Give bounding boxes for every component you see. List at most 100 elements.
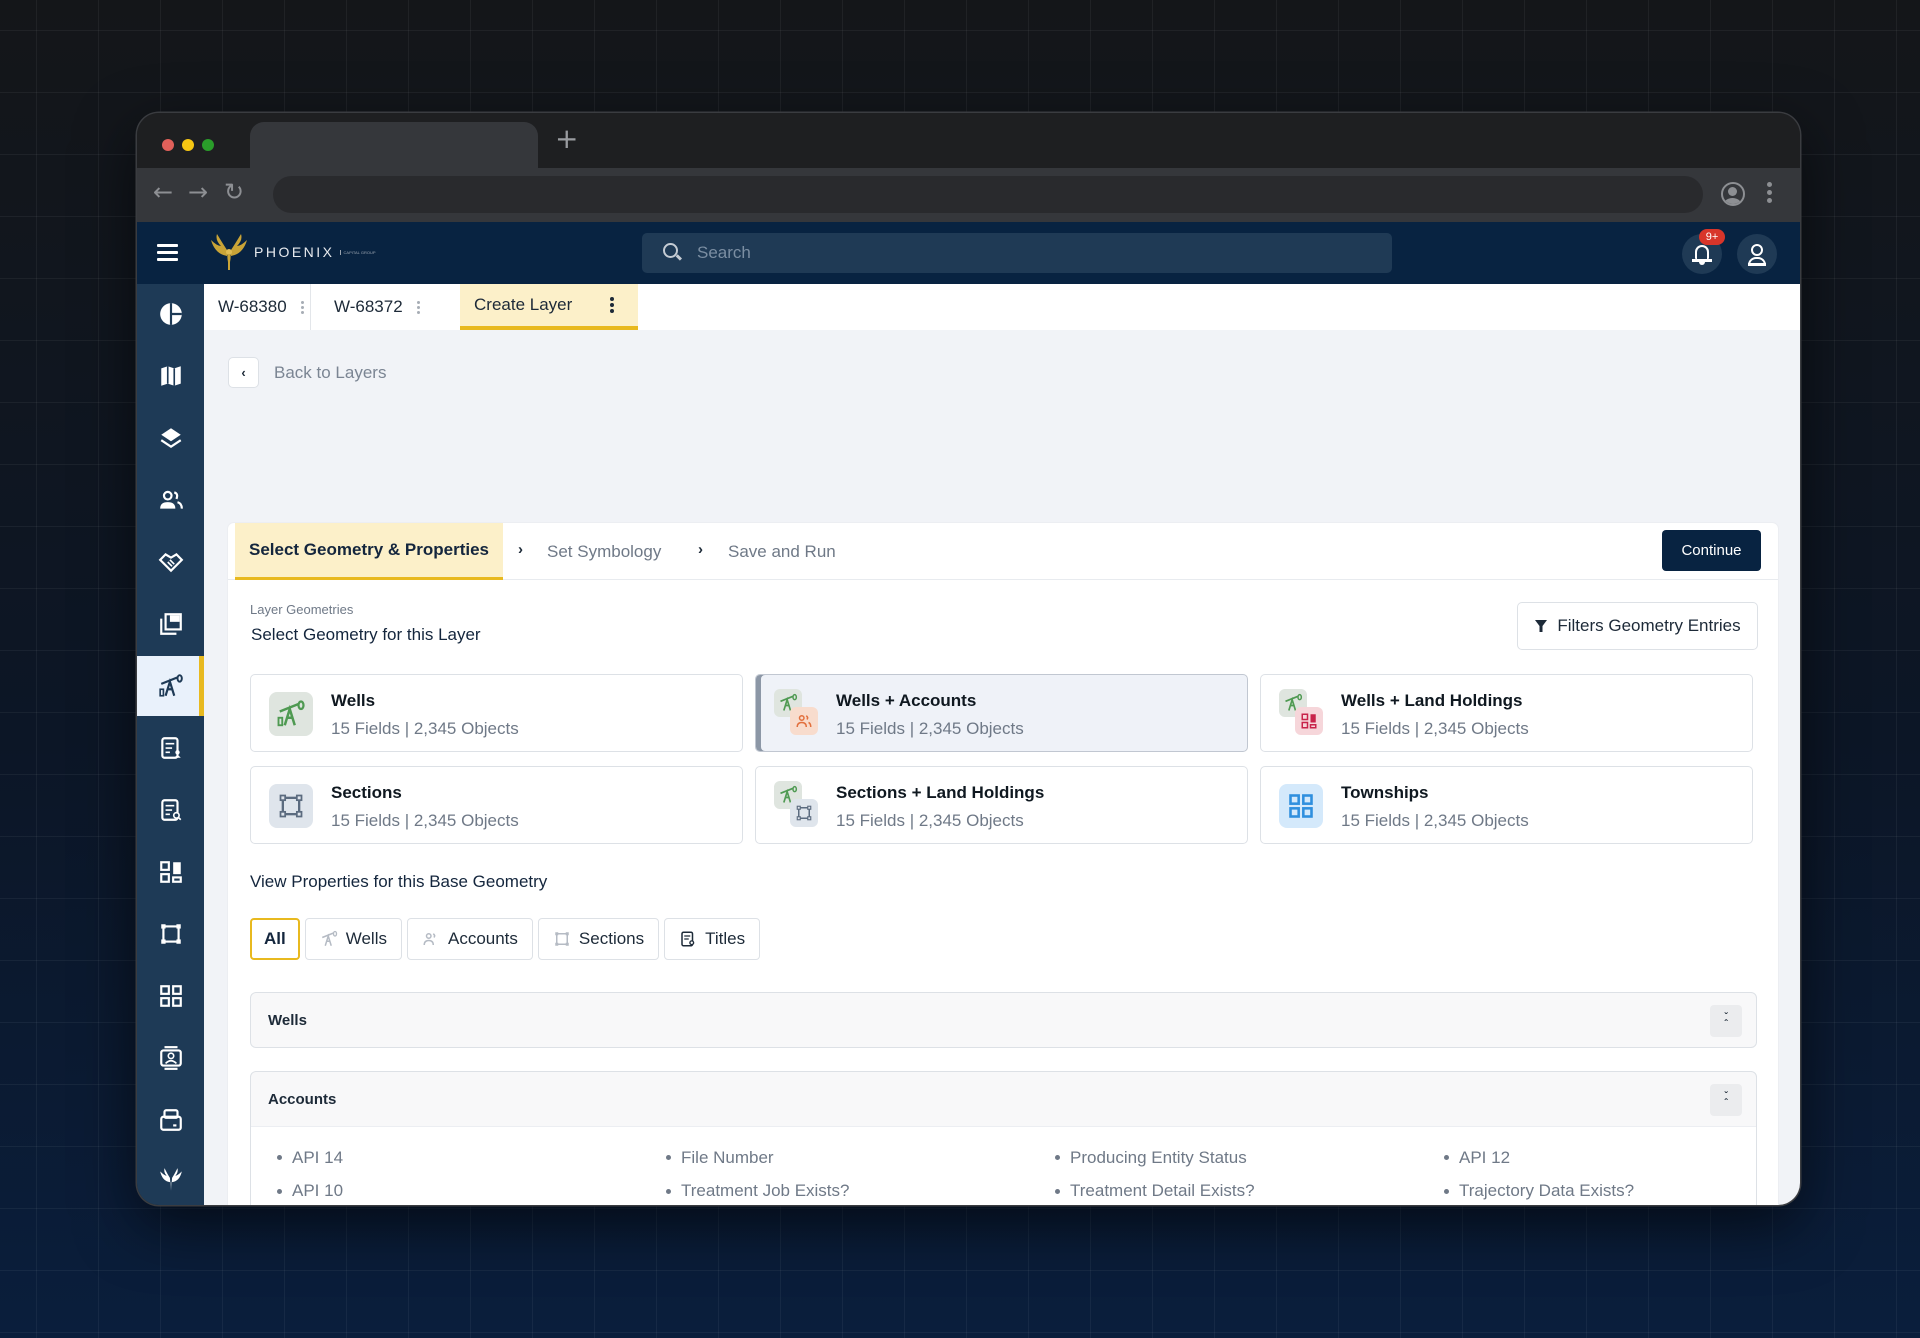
pumpjack-icon bbox=[158, 674, 183, 697]
chip-label: All bbox=[264, 929, 286, 948]
search-bar[interactable] bbox=[642, 233, 1392, 273]
filter-geometry-button[interactable]: Filters Geometry Entries bbox=[1517, 602, 1758, 650]
reload-icon[interactable]: ↻ bbox=[224, 180, 244, 204]
sidebar-item-documents[interactable] bbox=[137, 594, 204, 654]
filter-chip-titles[interactable]: Titles bbox=[664, 918, 761, 960]
property-column: File NumberTreatment Job Exists?File Num… bbox=[666, 1141, 1055, 1205]
geometry-meta: 15 Fields | 2,345 Objects bbox=[836, 811, 1024, 830]
browser-tab[interactable] bbox=[250, 122, 538, 168]
layer-geometries-label: Layer Geometries bbox=[250, 602, 354, 617]
tab-menu-icon[interactable] bbox=[416, 300, 420, 314]
geometry-option-sections[interactable]: Sections 15 Fields | 2,345 Objects bbox=[250, 766, 743, 844]
property-group-accounts: Accounts ˇˆ API 14API 10API 14API 10Over… bbox=[250, 1071, 1757, 1205]
notifications-button[interactable]: 9+ bbox=[1682, 229, 1725, 274]
sidebar-item-dashboard-widgets[interactable] bbox=[137, 842, 204, 902]
sidebar-item-townships[interactable] bbox=[137, 966, 204, 1026]
bell-icon bbox=[1695, 245, 1709, 259]
sidebar-item-layers[interactable] bbox=[137, 408, 204, 468]
minimize-window-button[interactable] bbox=[182, 139, 194, 151]
brand-subtitle: CAPITAL GROUP bbox=[339, 249, 376, 255]
brand-name: PHOENIX bbox=[254, 244, 335, 260]
property-column: Producing Entity Status Treatment Detail … bbox=[1055, 1141, 1444, 1205]
accordion-header[interactable]: Wells ˇˆ bbox=[251, 993, 1756, 1047]
forward-arrow-icon[interactable]: → bbox=[188, 180, 208, 204]
sidebar-item-map[interactable] bbox=[137, 346, 204, 406]
tab-w-68372[interactable]: W-68372 bbox=[320, 284, 430, 330]
filter-chip-sections[interactable]: Sections bbox=[537, 918, 660, 960]
geometry-option-wells[interactable]: Wells 15 Fields | 2,345 Objects bbox=[250, 674, 743, 752]
sidebar bbox=[137, 284, 204, 1205]
sidebar-item-deals[interactable] bbox=[137, 532, 204, 592]
map-icon bbox=[160, 366, 181, 386]
expand-collapse-icon[interactable]: ˇˆ bbox=[1710, 1084, 1742, 1116]
address-bar[interactable] bbox=[273, 176, 1703, 213]
phoenix-wings-icon bbox=[211, 234, 247, 270]
document-tabs: W-68380 W-68372 Create Layer bbox=[204, 284, 1800, 330]
filter-icon bbox=[1535, 620, 1548, 632]
tab-w-68380[interactable]: W-68380 bbox=[204, 284, 310, 330]
property-columns: API 14API 10API 14API 10Override Traject… bbox=[277, 1141, 1800, 1205]
property-item: Producing Entity Status bbox=[1055, 1141, 1444, 1175]
contact-card-icon bbox=[159, 1046, 182, 1070]
expand-collapse-icon[interactable]: ˇˆ bbox=[1710, 1005, 1742, 1037]
sidebar-item-archive[interactable] bbox=[137, 1090, 204, 1150]
filter-chip-accounts[interactable]: Accounts bbox=[406, 918, 533, 960]
sidebar-item-report-search[interactable] bbox=[137, 780, 204, 840]
chip-label: Wells bbox=[345, 929, 387, 948]
back-arrow-icon[interactable]: ← bbox=[153, 180, 173, 204]
users-icon bbox=[159, 490, 183, 509]
sidebar-item-contacts[interactable] bbox=[137, 1028, 204, 1088]
geometry-option-sections-land-holdings[interactable]: Sections + Land Holdings 15 Fields | 2,3… bbox=[755, 766, 1248, 844]
wizard-steps: Select Geometry & Properties › Set Symbo… bbox=[228, 523, 1778, 580]
geometry-option-wells-accounts[interactable]: Wells + Accounts 15 Fields | 2,345 Objec… bbox=[755, 674, 1248, 752]
pumpjack-icon bbox=[269, 692, 313, 736]
back-to-layers-link[interactable]: Back to Layers bbox=[274, 363, 386, 383]
continue-button[interactable]: Continue bbox=[1662, 530, 1761, 571]
browser-menu-icon[interactable] bbox=[1767, 182, 1773, 206]
tab-create-layer[interactable]: Create Layer bbox=[460, 284, 638, 330]
property-item: Trajectory Data Exists? bbox=[1444, 1175, 1800, 1206]
sidebar-item-dashboard[interactable] bbox=[137, 284, 204, 344]
geometry-option-townships[interactable]: Townships 15 Fields | 2,345 Objects bbox=[1260, 766, 1753, 844]
browser-profile-icon[interactable] bbox=[1721, 182, 1745, 206]
sidebar-item-users[interactable] bbox=[137, 470, 204, 530]
sidebar-item-owner-reports[interactable] bbox=[137, 718, 204, 778]
back-button[interactable]: ‹ bbox=[228, 357, 259, 388]
sidebar-item-phoenix[interactable] bbox=[137, 1150, 204, 1205]
handshake-icon bbox=[158, 553, 183, 573]
sidebar-item-wells[interactable] bbox=[137, 656, 204, 716]
section-icon bbox=[790, 799, 818, 827]
user-icon bbox=[1751, 244, 1763, 256]
hamburger-menu-icon[interactable] bbox=[157, 244, 178, 265]
geometry-option-wells-land-holdings[interactable]: Wells + Land Holdings 15 Fields | 2,345 … bbox=[1260, 674, 1753, 752]
step-select-geometry[interactable]: Select Geometry & Properties bbox=[235, 523, 503, 580]
geometry-meta: 15 Fields | 2,345 Objects bbox=[1341, 811, 1529, 830]
accordion-title: Wells bbox=[268, 1011, 307, 1029]
chip-label: Titles bbox=[705, 929, 746, 948]
geometry-meta: 15 Fields | 2,345 Objects bbox=[836, 719, 1024, 738]
create-layer-wizard: Select Geometry & Properties › Set Symbo… bbox=[228, 523, 1778, 1205]
property-column: API 14API 10API 14API 10Override Traject… bbox=[277, 1141, 666, 1205]
tab-menu-icon[interactable] bbox=[300, 300, 304, 314]
tab-menu-icon[interactable] bbox=[610, 297, 615, 313]
filter-chip-all[interactable]: All bbox=[250, 918, 300, 960]
close-window-button[interactable] bbox=[162, 139, 174, 151]
property-item: File Number bbox=[666, 1141, 1055, 1175]
geometry-name: Townships bbox=[1341, 783, 1429, 802]
filter-chip-wells[interactable]: Wells bbox=[304, 918, 402, 960]
chip-label: Sections bbox=[578, 929, 645, 948]
section-icon bbox=[160, 924, 181, 944]
search-input[interactable] bbox=[697, 233, 1377, 273]
maximize-window-button[interactable] bbox=[202, 139, 214, 151]
geometry-options: Wells 15 Fields | 2,345 Objects Wells + … bbox=[250, 674, 1757, 844]
sidebar-item-sections[interactable] bbox=[137, 904, 204, 964]
accordion-header[interactable]: Accounts ˇˆ bbox=[251, 1072, 1756, 1126]
user-profile-button[interactable] bbox=[1737, 234, 1777, 274]
step-set-symbology[interactable]: Set Symbology bbox=[547, 523, 661, 580]
tab-label: W-68372 bbox=[334, 297, 403, 316]
phoenix-logo[interactable]: PHOENIX CAPITAL GROUP bbox=[207, 232, 376, 272]
new-tab-button[interactable]: + bbox=[555, 125, 578, 153]
geometry-name: Sections bbox=[331, 783, 402, 802]
geometry-name: Sections + Land Holdings bbox=[836, 783, 1045, 802]
step-save-and-run[interactable]: Save and Run bbox=[728, 523, 836, 580]
